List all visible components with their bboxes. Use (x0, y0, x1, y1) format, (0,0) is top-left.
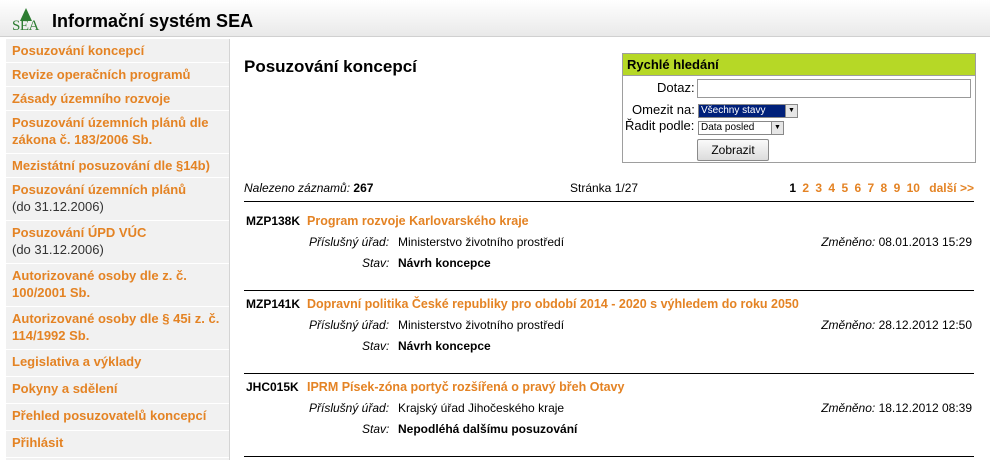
sidebar-item-label: Posuzování územních plánů (12, 182, 187, 197)
logo-text: SEA (12, 18, 39, 34)
page-link[interactable]: 3 (815, 181, 822, 195)
record-item: MZP138K Program rozvoje Karlovarského kr… (244, 208, 974, 291)
found-count: Nalezeno záznamů: 267 (244, 181, 373, 195)
sort-select-value: Data posled (701, 122, 755, 133)
chevron-down-icon: ▼ (785, 105, 797, 117)
sidebar-item-label: Revize operačních programů (12, 67, 191, 82)
sidebar-item-autorizovane-100[interactable]: Autorizované osoby dle z. č. 100/2001 Sb… (6, 264, 229, 307)
found-label: Nalezeno záznamů: (244, 181, 351, 195)
office-label: Příslušný úřad: (309, 318, 390, 332)
changed-value: 18.12.2012 08:39 (878, 401, 972, 415)
changed-info: Změněno: 28.12.2012 12:50 (821, 318, 972, 332)
office-label: Příslušný úřad: (309, 235, 390, 249)
status-value: Návrh koncepce (398, 339, 491, 353)
page-link[interactable]: 5 (841, 181, 848, 195)
app-header: SEA Informační systém SEA (0, 0, 990, 37)
limit-select[interactable]: Všechny stavy ▼ (698, 104, 798, 118)
changed-value: 28.12.2012 12:50 (878, 318, 972, 332)
changed-label: Změněno: (821, 235, 876, 249)
sidebar-item-label: Posuzování územních plánů dle zákona č. … (12, 115, 209, 147)
sidebar-item-label: Posuzování koncepcí (12, 43, 145, 58)
status-label: Stav: (362, 256, 390, 270)
status-label: Stav: (362, 422, 390, 436)
page-title: Posuzování koncepcí (244, 57, 417, 76)
record-title-link[interactable]: Program rozvoje Karlovarského kraje (307, 214, 529, 228)
sidebar-item-revize-op[interactable]: Revize operačních programů (6, 63, 229, 87)
main-content: Posuzování koncepcí Rychlé hledání Dotaz… (233, 39, 978, 460)
record-code: JHC015K (246, 380, 299, 394)
sort-select[interactable]: Data posled ▼ (698, 121, 784, 135)
record-title-link[interactable]: Dopravní politika České republiky pro ob… (307, 297, 799, 311)
sort-label: Řadit podle: (625, 118, 695, 133)
sidebar-item-label: Mezistátní posuzování dle §14b) (12, 158, 210, 173)
query-input[interactable] (697, 79, 971, 98)
sea-logo[interactable]: SEA (12, 8, 48, 34)
status-label: Stav: (362, 339, 390, 353)
sidebar-item-label: Přihlásit (12, 435, 64, 450)
chevron-down-icon: ▼ (771, 122, 783, 134)
sidebar-item-prehled-posuzovatelu[interactable]: Přehled posuzovatelů koncepcí (6, 404, 229, 431)
record-item: MZP141K Dopravní politika České republik… (244, 291, 974, 374)
quick-search-title: Rychlé hledání (623, 54, 975, 76)
sidebar-item-label: Posuzování ÚPD VÚC (12, 225, 147, 240)
next-page-link[interactable]: další >> (929, 181, 974, 195)
page-link[interactable]: 7 (868, 181, 875, 195)
record-code: MZP141K (246, 297, 301, 311)
sidebar-item-prihlasit[interactable]: Přihlásit (6, 431, 229, 458)
office-value: Ministerstvo životního prostředí (398, 235, 565, 249)
sidebar-item-mezistatni[interactable]: Mezistátní posuzování dle §14b) (6, 154, 229, 178)
sidebar-item-zasady-uzemniho-rozvoje[interactable]: Zásady územního rozvoje (6, 87, 229, 111)
sidebar-item-label: Pokyny a sdělení (12, 381, 118, 396)
sidebar-item-autorizovane-45i[interactable]: Autorizované osoby dle § 45i z. č. 114/1… (6, 307, 229, 350)
sidebar-item-sublabel: (do 31.12.2006) (12, 242, 104, 257)
page-info: Stránka 1/27 (570, 181, 639, 195)
sidebar-item-posuzovani-up-183[interactable]: Posuzování územních plánů dle zákona č. … (6, 111, 229, 154)
changed-value: 08.01.2013 15:29 (878, 235, 972, 249)
sidebar-nav: Posuzování koncepcí Revize operačních pr… (6, 39, 230, 460)
quick-search-panel: Rychlé hledání Dotaz: Omezit na: Všechny… (622, 53, 976, 163)
sidebar-item-label: Legislativa a výklady (12, 354, 142, 369)
record-item: JHC015K IPRM Písek-zóna portyč rozšířená… (244, 374, 974, 457)
query-label: Dotaz: (657, 80, 695, 95)
page-link-current: 1 (789, 181, 796, 195)
office-value: Ministerstvo životního prostředí (398, 318, 565, 332)
page-link[interactable]: 8 (881, 181, 888, 195)
page-link[interactable]: 4 (828, 181, 835, 195)
sidebar-item-legislativa[interactable]: Legislativa a výklady (6, 350, 229, 377)
limit-select-value: Všechny stavy (701, 105, 766, 116)
found-number: 267 (353, 181, 374, 195)
sidebar-item-pokyny[interactable]: Pokyny a sdělení (6, 377, 229, 404)
app-title: Informační systém SEA (52, 11, 254, 31)
sidebar-item-posuzovani-koncepci[interactable]: Posuzování koncepcí (6, 39, 229, 63)
search-submit-button[interactable]: Zobrazit (697, 139, 769, 161)
sidebar-item-label: Autorizované osoby dle § 45i z. č. 114/1… (12, 311, 220, 343)
changed-label: Změněno: (821, 318, 876, 332)
changed-label: Změněno: (821, 401, 876, 415)
sidebar-item-label: Zásady územního rozvoje (12, 91, 171, 106)
office-value: Krajský úřad Jihočeského kraje (398, 401, 565, 415)
sidebar-item-label: Přehled posuzovatelů koncepcí (12, 408, 207, 423)
sidebar-item-sublabel: (do 31.12.2006) (12, 199, 104, 214)
status-value: Nepodléhá dalšímu posuzování (398, 422, 578, 436)
limit-label: Omezit na: (632, 102, 695, 117)
sidebar-item-upd-vuc[interactable]: Posuzování ÚPD VÚC (do 31.12.2006) (6, 221, 229, 264)
page-link[interactable]: 2 (802, 181, 809, 195)
record-code: MZP138K (246, 214, 301, 228)
changed-info: Změněno: 08.01.2013 15:29 (821, 235, 972, 249)
office-label: Příslušný úřad: (309, 401, 390, 415)
changed-info: Změněno: 18.12.2012 08:39 (821, 401, 972, 415)
page-link[interactable]: 10 (907, 181, 920, 195)
sidebar-item-posuzovani-up-2006[interactable]: Posuzování územních plánů (do 31.12.2006) (6, 178, 229, 221)
page-link[interactable]: 9 (894, 181, 901, 195)
results-bar: Nalezeno záznamů: 267 Stránka 1/27 1 2 3… (244, 181, 974, 202)
status-value: Návrh koncepce (398, 256, 491, 270)
page-link[interactable]: 6 (854, 181, 861, 195)
sidebar-item-label: Autorizované osoby dle z. č. 100/2001 Sb… (12, 268, 187, 300)
pagination: 1 2 3 4 5 6 7 8 9 10 další >> (786, 181, 974, 195)
record-title-link[interactable]: IPRM Písek-zóna portyč rozšířená o pravý… (307, 380, 624, 394)
